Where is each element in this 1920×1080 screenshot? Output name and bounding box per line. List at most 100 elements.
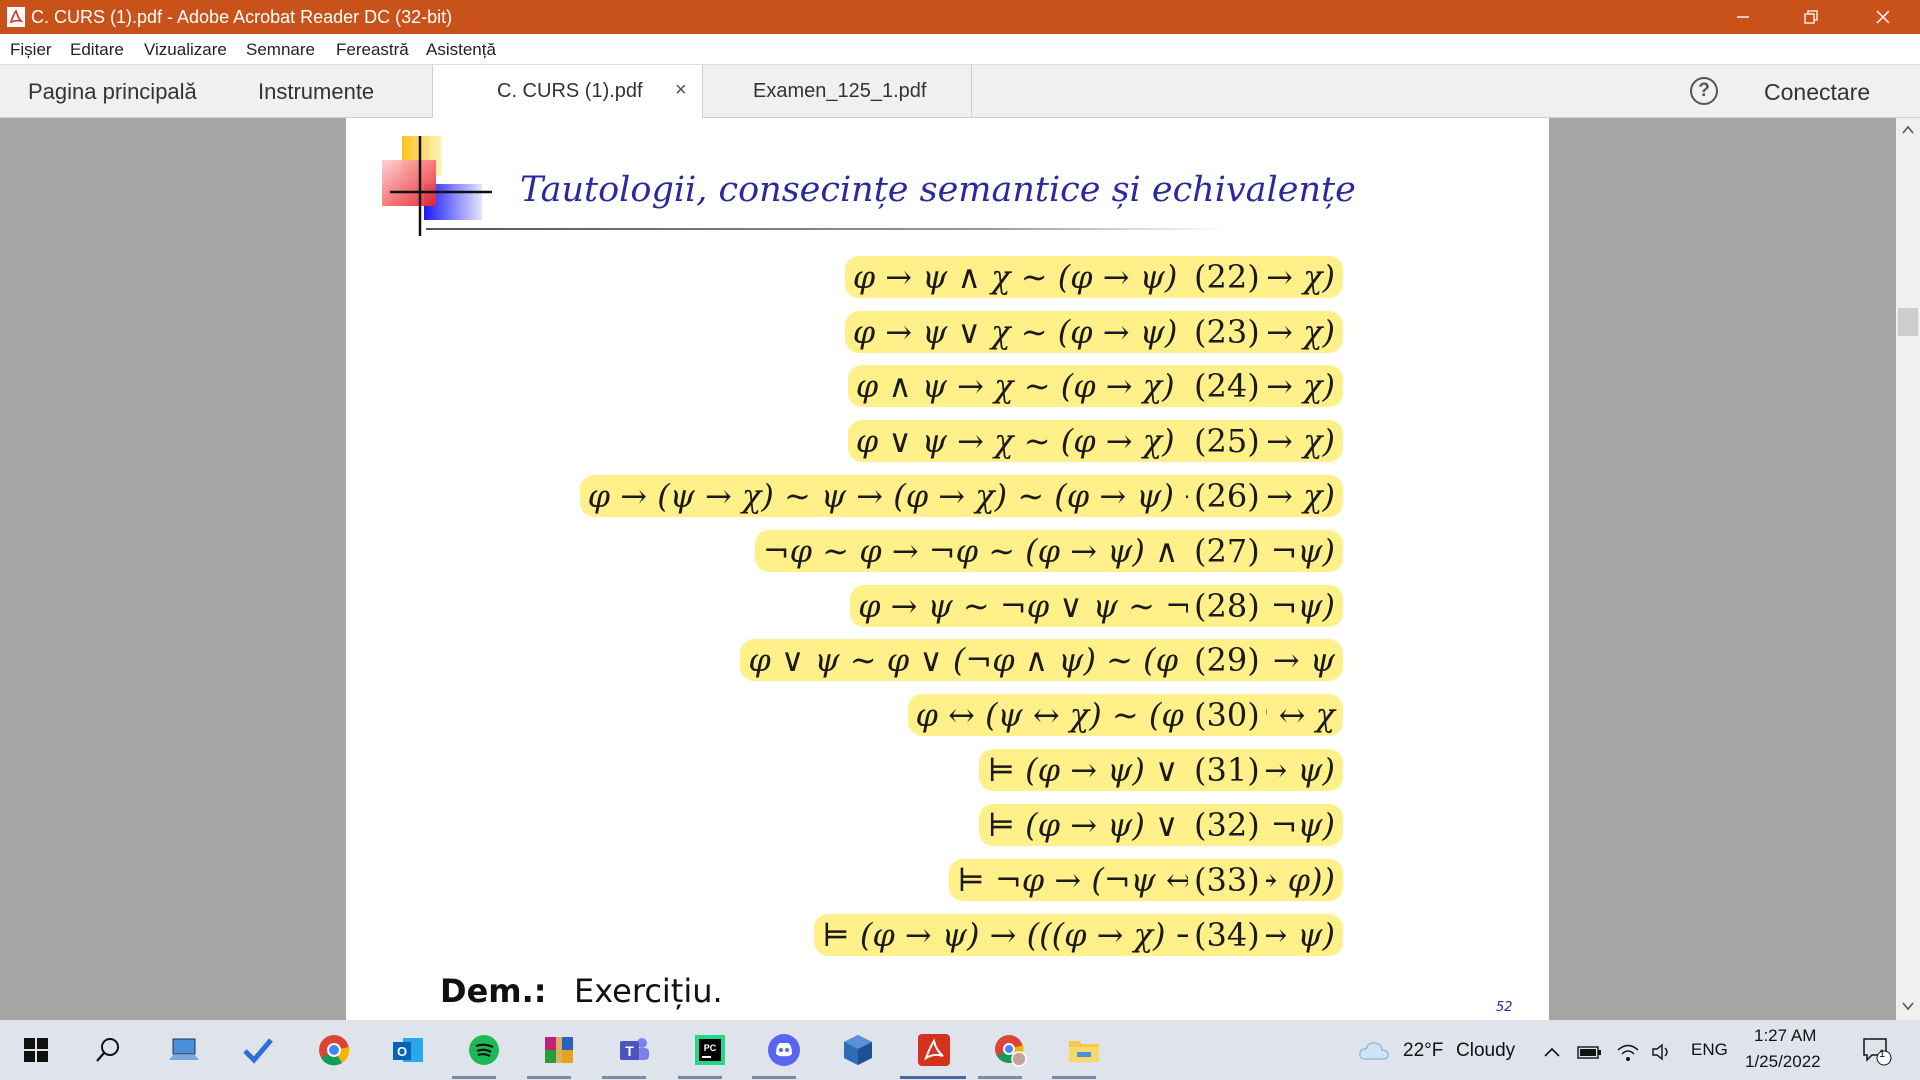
title-underline bbox=[426, 228, 1226, 230]
minimize-icon bbox=[1737, 16, 1749, 18]
laptop-icon[interactable] bbox=[166, 1032, 202, 1068]
document-viewport[interactable]: Tautologii, consecințe semantice și echi… bbox=[0, 118, 1920, 1020]
pycharm-icon[interactable]: PC bbox=[692, 1032, 728, 1068]
tab-document-examen[interactable]: Examen_125_1.pdf bbox=[702, 65, 972, 118]
formula-row: φ ∨ ψ → χ ∼ (φ → χ) ∧ (ψ → χ) (25) bbox=[346, 420, 1549, 470]
formula-row: ⊨ (φ → ψ) ∨ (¬φ → ψ) (31) bbox=[346, 749, 1549, 799]
formula-expression: φ ∧ ψ → χ ∼ (φ → χ) ∨ (ψ → χ) bbox=[847, 365, 1343, 407]
todo-icon[interactable] bbox=[240, 1032, 276, 1068]
chevron-up-icon[interactable] bbox=[1538, 1034, 1566, 1070]
formula-expression: ⊨ (φ → ψ) ∨ (¬φ → ψ) bbox=[979, 749, 1343, 791]
restore-button[interactable] bbox=[1780, 0, 1842, 34]
formula-expression: φ → ψ ∨ χ ∼ (φ → ψ) ∨ (φ → χ) bbox=[844, 311, 1343, 353]
weather-condition[interactable]: Cloudy bbox=[1456, 1040, 1515, 1062]
chrome-profile-icon[interactable] bbox=[992, 1032, 1028, 1068]
equation-number: (31) bbox=[1188, 749, 1266, 791]
vertical-scrollbar[interactable] bbox=[1896, 118, 1920, 1020]
running-indicator bbox=[452, 1076, 496, 1079]
weather-temperature[interactable]: 22°F bbox=[1403, 1040, 1443, 1062]
tab-tools[interactable]: Instrumente bbox=[258, 79, 374, 105]
menu-view[interactable]: Vizualizare bbox=[144, 40, 227, 60]
formula-expression: φ → ψ ∧ χ ∼ (φ → ψ) ∧ (φ → χ) bbox=[844, 256, 1343, 298]
connect-button[interactable]: Conectare bbox=[1764, 79, 1870, 106]
formula-row: ⊨ (φ → ψ) → (((φ → χ) → ψ) → ψ) (34) bbox=[346, 914, 1549, 964]
tab-document-curs[interactable]: C. CURS (1).pdf × bbox=[432, 65, 702, 118]
slide-logo-graphic bbox=[382, 136, 492, 236]
proof-label: Dem.: bbox=[440, 972, 547, 1010]
equation-number: (30) bbox=[1188, 694, 1266, 736]
equation-number: (23) bbox=[1188, 311, 1266, 353]
running-indicator bbox=[527, 1076, 571, 1079]
discord-icon[interactable] bbox=[766, 1032, 802, 1068]
cloud-icon[interactable] bbox=[1356, 1033, 1392, 1069]
scroll-down-icon[interactable] bbox=[1900, 998, 1916, 1014]
chrome-icon[interactable] bbox=[316, 1032, 352, 1068]
close-icon bbox=[1876, 10, 1890, 24]
outlook-icon[interactable]: O bbox=[390, 1032, 426, 1068]
notification-count: 1 bbox=[1879, 1048, 1886, 1060]
equation-number: (33) bbox=[1188, 859, 1266, 901]
clock-date[interactable]: 1/25/2022 bbox=[1745, 1052, 1821, 1072]
page-title: Tautologii, consecințe semantice și echi… bbox=[520, 170, 1356, 210]
formula-row: ¬φ ∼ φ → ¬φ ∼ (φ → ψ) ∧ (φ → ¬ψ) (27) bbox=[346, 530, 1549, 580]
running-indicator bbox=[678, 1076, 722, 1079]
equation-number: (29) bbox=[1188, 639, 1266, 681]
window-title-bar: C. CURS (1).pdf - Adobe Acrobat Reader D… bbox=[0, 0, 1920, 34]
svg-text:O: O bbox=[397, 1044, 407, 1059]
running-indicator bbox=[1052, 1076, 1096, 1079]
help-icon[interactable]: ? bbox=[1690, 77, 1718, 105]
menu-file[interactable]: Fișier bbox=[10, 40, 52, 60]
active-app-indicator bbox=[900, 1076, 966, 1079]
scroll-up-icon[interactable] bbox=[1900, 122, 1916, 138]
running-indicator bbox=[752, 1076, 796, 1079]
notification-icon[interactable]: 1 bbox=[1858, 1032, 1894, 1068]
battery-icon[interactable] bbox=[1576, 1034, 1604, 1070]
equation-number: (22) bbox=[1188, 256, 1266, 298]
wifi-icon[interactable] bbox=[1614, 1034, 1642, 1070]
windows-taskbar: O T PC 22°F Cloudy ENG 1:27 AM 1/25/2022… bbox=[0, 1020, 1920, 1080]
formula-expression: ⊨ ¬φ → (¬ψ ↔ (ψ → φ)) bbox=[949, 859, 1343, 901]
formula-row: ⊨ (φ → ψ) ∨ (φ → ¬ψ) (32) bbox=[346, 804, 1549, 854]
menu-help[interactable]: Asistență bbox=[426, 40, 496, 60]
equation-number: (24) bbox=[1188, 365, 1266, 407]
formula-row: ⊨ ¬φ → (¬ψ ↔ (ψ → φ)) (33) bbox=[346, 859, 1549, 909]
formula-expression: φ ↔ (ψ ↔ χ) ∼ (φ ↔ ψ) ↔ χ bbox=[907, 694, 1343, 736]
speaker-icon[interactable] bbox=[1648, 1034, 1676, 1070]
running-indicator bbox=[978, 1076, 1022, 1079]
minimize-button[interactable] bbox=[1712, 0, 1774, 34]
equation-number: (32) bbox=[1188, 804, 1266, 846]
formula-row: φ → (ψ → χ) ∼ ψ → (φ → χ) ∼ (φ → ψ) → (φ… bbox=[346, 475, 1549, 525]
equation-number: (26) bbox=[1188, 475, 1266, 517]
tab-bar: Pagina principală Instrumente C. CURS (1… bbox=[0, 64, 1920, 118]
menu-window[interactable]: Fereastră bbox=[336, 40, 409, 60]
menu-sign[interactable]: Semnare bbox=[246, 40, 315, 60]
search-icon[interactable] bbox=[90, 1032, 126, 1068]
tab-home[interactable]: Pagina principală bbox=[28, 79, 197, 105]
tab-close-icon[interactable]: × bbox=[675, 79, 687, 102]
menu-edit[interactable]: Editare bbox=[70, 40, 124, 60]
tab-document-label: Examen_125_1.pdf bbox=[753, 80, 927, 102]
formula-row: φ ∨ ψ ∼ φ ∨ (¬φ ∧ ψ) ∼ (φ → ψ) → ψ (29) bbox=[346, 639, 1549, 689]
page-number: 52 bbox=[1496, 1000, 1513, 1015]
pdf-page: Tautologii, consecințe semantice și echi… bbox=[346, 118, 1549, 1020]
close-button[interactable] bbox=[1852, 0, 1914, 34]
running-indicator bbox=[602, 1076, 646, 1079]
language-indicator[interactable]: ENG bbox=[1691, 1040, 1728, 1060]
virtualbox-icon[interactable] bbox=[840, 1032, 876, 1068]
menu-bar: Fișier Editare Vizualizare Semnare Ferea… bbox=[0, 34, 1920, 64]
equation-number: (27) bbox=[1188, 530, 1266, 572]
file-explorer-icon[interactable] bbox=[1066, 1032, 1102, 1068]
formula-row: φ → ψ ∨ χ ∼ (φ → ψ) ∨ (φ → χ) (23) bbox=[346, 311, 1549, 361]
start-icon[interactable] bbox=[18, 1032, 54, 1068]
winrar-icon[interactable] bbox=[541, 1032, 577, 1068]
formula-row: φ ↔ (ψ ↔ χ) ∼ (φ ↔ ψ) ↔ χ (30) bbox=[346, 694, 1549, 744]
equation-number: (25) bbox=[1188, 420, 1266, 462]
teams-icon[interactable]: T bbox=[616, 1032, 652, 1068]
formula-row: φ → ψ ∧ χ ∼ (φ → ψ) ∧ (φ → χ) (22) bbox=[346, 256, 1549, 306]
clock-time[interactable]: 1:27 AM bbox=[1754, 1026, 1816, 1046]
equation-number: (28) bbox=[1188, 585, 1266, 627]
scrollbar-thumb[interactable] bbox=[1898, 308, 1918, 336]
spotify-icon[interactable] bbox=[466, 1032, 502, 1068]
restore-icon bbox=[1804, 10, 1818, 24]
acrobat-icon[interactable] bbox=[916, 1032, 952, 1068]
